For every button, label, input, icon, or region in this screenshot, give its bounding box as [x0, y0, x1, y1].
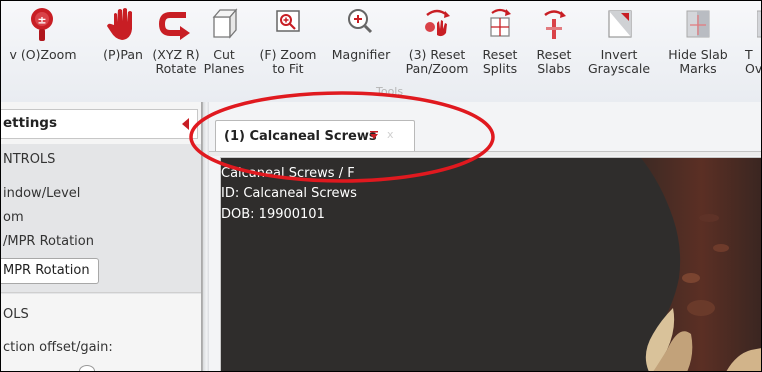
toggle-overlay-icon [757, 10, 761, 38]
mpr-rotation-button[interactable]: MPR Rotation [1, 258, 99, 284]
cut-planes-cube-icon [212, 8, 238, 39]
invert-grayscale-icon [608, 10, 632, 38]
control-item-zoom[interactable]: om [3, 210, 24, 225]
tab-strip-line [209, 151, 761, 156]
magnifier-icon [348, 9, 373, 34]
magnifier-button[interactable]: Magnifier [326, 5, 396, 95]
tools-group-label: Tools [376, 85, 404, 98]
control-item-mpr-rotation[interactable]: /MPR Rotation [3, 234, 94, 249]
zoom-to-fit-button[interactable]: (F) Zoom to Fit [255, 5, 321, 95]
reset-slabs-icon [544, 10, 566, 39]
offset-gain-label: ction offset/gain: [3, 340, 113, 355]
hide-slab-marks-label: Hide Slab Marks [668, 47, 728, 76]
ribbon-toolbar: ± v (O)Zoom (P)Pan (XYZ R) Rotate Cut Pl… [1, 1, 761, 103]
settings-header: ettings [1, 109, 198, 139]
zoom-tool-button[interactable]: ± v (O)Zoom [1, 5, 88, 95]
zoom-to-fit-label: (F) Zoom to Fit [259, 47, 317, 76]
settings-panel: ettings NTROLS indow/Level om /MPR Rotat… [1, 102, 202, 371]
zoom-to-fit-icon [276, 10, 300, 32]
offset-gain-slider-thumb[interactable] [79, 365, 95, 371]
rotate-tool-label: (XYZ R) Rotate [152, 47, 200, 76]
control-item-window-level[interactable]: indow/Level [3, 186, 80, 201]
controls-section-title: NTROLS [3, 152, 56, 167]
viewer-tab[interactable]: (1) Calcaneal Screws x [215, 120, 415, 153]
reset-slabs-label: Reset Slabs [536, 47, 572, 76]
reset-pan-zoom-label: (3) Reset Pan/Zoom [405, 47, 469, 76]
settings-title: ettings [3, 115, 57, 131]
reset-splits-icon [490, 8, 511, 37]
invert-grayscale-button[interactable]: Invert Grayscale [588, 5, 650, 95]
cut-planes-label: Cut Planes [203, 47, 245, 76]
hide-slab-marks-icon [686, 10, 710, 38]
tab-close-icon[interactable]: x [387, 128, 394, 141]
reset-splits-button[interactable]: Reset Splits [480, 5, 520, 95]
patient-id-overlay: ID: Calcaneal Screws [221, 186, 357, 201]
reset-pan-zoom-icon [425, 9, 450, 37]
medical-image-viewport[interactable]: Calcaneal Screws / F ID: Calcaneal Screw… [220, 157, 761, 371]
rotate-arrow-icon [158, 12, 190, 40]
collapse-arrow-icon[interactable] [182, 118, 189, 130]
rotate-tool-button[interactable]: (XYZ R) Rotate [146, 5, 206, 95]
reset-pan-zoom-button[interactable]: (3) Reset Pan/Zoom [399, 5, 475, 95]
toggle-overlay-label: T Ov [745, 47, 762, 76]
controls-section: NTROLS indow/Level om /MPR Rotation MPR … [1, 144, 201, 294]
hide-slab-marks-button[interactable]: Hide Slab Marks [662, 5, 734, 95]
invert-grayscale-label: Invert Grayscale [588, 47, 651, 76]
pan-hand-icon [107, 8, 132, 40]
patient-name-overlay: Calcaneal Screws / F [221, 166, 355, 181]
zoom-icon: ± [31, 8, 53, 41]
magnifier-label: Magnifier [331, 47, 391, 62]
cut-planes-button[interactable]: Cut Planes [200, 5, 248, 95]
viewer-tab-title: (1) Calcaneal Screws [224, 129, 377, 144]
toggle-overlay-button[interactable]: T Ov [739, 5, 762, 95]
section-divider [1, 292, 201, 293]
app-window: ± v (O)Zoom (P)Pan (XYZ R) Rotate Cut Pl… [0, 0, 762, 372]
reset-splits-label: Reset Splits [482, 47, 518, 76]
reset-slabs-button[interactable]: Reset Slabs [533, 5, 575, 95]
svg-text:±: ± [37, 14, 46, 27]
tools-section-title: OLS [3, 307, 29, 322]
zoom-tool-label: v (O)Zoom [9, 47, 77, 62]
patient-dob-overlay: DOB: 19900101 [221, 207, 325, 222]
tab-dropdown-icon[interactable] [370, 131, 378, 139]
pan-tool-button[interactable]: (P)Pan [93, 5, 153, 95]
pan-tool-label: (P)Pan [103, 47, 143, 62]
